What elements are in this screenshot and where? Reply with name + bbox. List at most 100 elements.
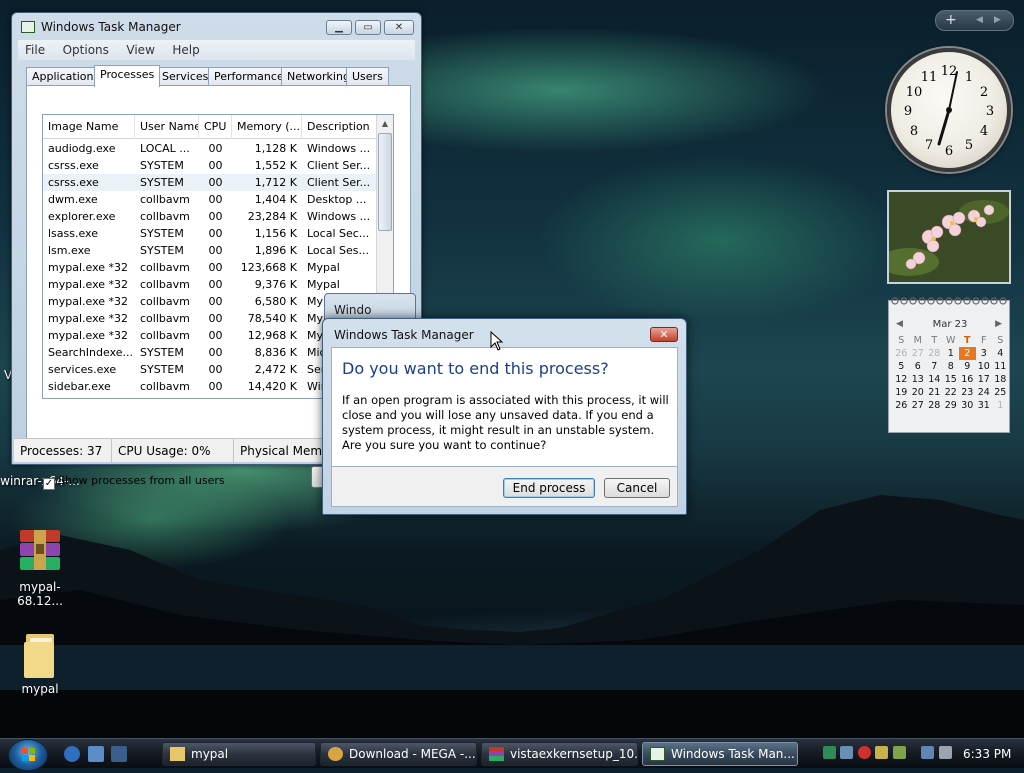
calendar-weekday: S	[898, 335, 905, 346]
start-button[interactable]	[8, 739, 48, 771]
column-description[interactable]: Description	[302, 115, 377, 139]
table-row[interactable]: mypal.exe *32 collbavm 00 123,668 K Mypal	[43, 259, 377, 276]
show-all-users-checkbox[interactable]: ✓ Show processes from all users	[43, 474, 225, 490]
calendar-day[interactable]: 10	[976, 360, 993, 373]
tray-app-icon[interactable]	[893, 746, 906, 759]
calendar-gadget[interactable]: ◀ Mar 23 ▶ S M T W T F S 26 27 28 1 2 3 4 5 6 7 8 9…	[888, 297, 1010, 433]
taskbar-button-vistaexkern[interactable]: vistaexkernsetup_10...	[481, 742, 638, 766]
column-cpu[interactable]: CPU	[199, 115, 232, 139]
minimize-button[interactable]: ▁	[326, 20, 352, 35]
calendar-day[interactable]: 6	[910, 360, 927, 373]
dialog-close-button[interactable]: ✕	[650, 327, 678, 342]
calendar-day[interactable]: 27	[910, 347, 927, 360]
table-row[interactable]: lsm.exe SYSTEM 00 1,896 K Local Ses...	[43, 242, 377, 259]
calendar-next-button[interactable]: ▶	[995, 319, 1002, 329]
calendar-day[interactable]: 27	[910, 399, 927, 412]
taskbar-button-mega[interactable]: Download - MEGA -...	[320, 742, 477, 766]
process-memory: 6,580 K	[254, 295, 297, 308]
calendar-day[interactable]: 28	[926, 399, 943, 412]
gadget-prev-button[interactable]: ◀	[976, 15, 983, 25]
calendar-day[interactable]: 9	[959, 360, 976, 373]
calendar-day[interactable]: 31	[976, 399, 993, 412]
tray-app-icon[interactable]	[840, 746, 853, 759]
calendar-day[interactable]: 26	[893, 347, 910, 360]
calendar-day[interactable]: 7	[926, 360, 943, 373]
calendar-day[interactable]: 15	[943, 373, 960, 386]
calendar-day[interactable]: 1	[992, 399, 1009, 412]
calendar-day[interactable]: 26	[893, 399, 910, 412]
internet-explorer-icon[interactable]	[64, 746, 80, 762]
close-button[interactable]: ✕	[384, 20, 414, 35]
security-alert-icon[interactable]	[858, 746, 871, 759]
calendar-day[interactable]: 1	[943, 347, 960, 360]
calendar-day[interactable]: 23	[959, 386, 976, 399]
calendar-day[interactable]: 16	[959, 373, 976, 386]
column-image-name[interactable]: Image Name	[43, 115, 135, 139]
table-row[interactable]: dwm.exe collbavm 00 1,404 K Desktop ...	[43, 191, 377, 208]
add-gadget-button[interactable]: +	[945, 12, 957, 28]
calendar-day[interactable]: 12	[893, 373, 910, 386]
calendar-day[interactable]: 18	[992, 373, 1009, 386]
calendar-day[interactable]: 29	[943, 399, 960, 412]
table-row[interactable]: explorer.exe collbavm 00 23,284 K Windows ..…	[43, 208, 377, 225]
calendar-day[interactable]: 11	[992, 360, 1009, 373]
table-row[interactable]: csrss.exe SYSTEM 00 1,552 K Client Ser...	[43, 157, 377, 174]
menu-options[interactable]: Options	[56, 40, 116, 60]
calendar-day[interactable]: 30	[959, 399, 976, 412]
process-user-name: collbavm	[140, 210, 190, 223]
end-process-dialog[interactable]: Windows Task Manager ✕ Do you want to en…	[322, 318, 687, 515]
calendar-day[interactable]: 28	[926, 347, 943, 360]
table-row[interactable]: lsass.exe SYSTEM 00 1,156 K Local Sec...	[43, 225, 377, 242]
scroll-thumb[interactable]	[378, 133, 392, 231]
show-desktop-icon[interactable]	[88, 746, 104, 762]
menu-view[interactable]: View	[119, 40, 161, 60]
taskbar-button-mypal[interactable]: mypal	[162, 742, 316, 766]
end-process-confirm-button[interactable]: End process	[503, 478, 595, 498]
switch-windows-icon[interactable]	[111, 746, 127, 762]
calendar-day-today[interactable]: 2	[959, 347, 976, 360]
table-row[interactable]: csrss.exe SYSTEM 00 1,712 K Client Ser...	[43, 174, 377, 191]
calendar-day[interactable]: 20	[910, 386, 927, 399]
calendar-day[interactable]: 5	[893, 360, 910, 373]
maximize-button[interactable]: ▭	[355, 20, 381, 35]
calendar-day[interactable]: 25	[992, 386, 1009, 399]
desktop-icon-mypal-installer[interactable]: mypal-68.12...	[0, 528, 80, 608]
calendar-day[interactable]: 24	[976, 386, 993, 399]
cancel-button[interactable]: Cancel	[604, 478, 670, 498]
calendar-day[interactable]: 14	[926, 373, 943, 386]
calendar-day[interactable]: 3	[976, 347, 993, 360]
process-memory: 14,420 K	[247, 380, 297, 393]
scroll-up-arrow[interactable]: ▲	[377, 115, 393, 132]
calendar-day[interactable]: 21	[926, 386, 943, 399]
tray-clock[interactable]: 6:33 PM	[963, 742, 1011, 766]
calendar-day[interactable]: 22	[943, 386, 960, 399]
tab-networking[interactable]: Networking	[281, 67, 356, 86]
calendar-day[interactable]: 8	[943, 360, 960, 373]
tab-processes[interactable]: Processes	[94, 65, 161, 87]
calendar-day[interactable]: 13	[910, 373, 927, 386]
desktop-icon-mypal-folder[interactable]: mypal	[0, 630, 80, 696]
column-user-name[interactable]: User Name	[135, 115, 199, 139]
tray-app-icon[interactable]	[875, 746, 888, 759]
window-title: Windows Task Manager	[41, 20, 181, 34]
table-row[interactable]: audiodg.exe LOCAL ... 00 1,128 K Windows ...	[43, 140, 377, 157]
column-memory[interactable]: Memory (...	[232, 115, 302, 139]
tab-performance[interactable]: Performance	[208, 67, 290, 86]
tab-services[interactable]: Services	[156, 67, 215, 86]
network-icon[interactable]	[921, 746, 934, 759]
slideshow-gadget[interactable]	[887, 190, 1011, 284]
calendar-day[interactable]: 4	[992, 347, 1009, 360]
task-manager-titlebar[interactable]: Windows Task Manager ▁ ▭ ✕	[12, 13, 421, 39]
dialog-heading: Do you want to end this process?	[342, 359, 609, 378]
calendar-day[interactable]: 19	[893, 386, 910, 399]
menu-file[interactable]: File	[18, 40, 52, 60]
volume-muted-icon[interactable]	[939, 746, 952, 759]
calendar-day[interactable]: 17	[976, 373, 993, 386]
tab-users[interactable]: Users	[346, 67, 389, 86]
menu-help[interactable]: Help	[165, 40, 206, 60]
gadget-next-button[interactable]: ▶	[994, 15, 1001, 25]
tray-app-icon[interactable]	[823, 746, 836, 759]
table-row[interactable]: mypal.exe *32 collbavm 00 9,376 K Mypal	[43, 276, 377, 293]
clock-gadget[interactable]: 12 1 2 3 4 5 6 7 8 9 10 11	[887, 48, 1011, 172]
taskbar-button-task-manager[interactable]: Windows Task Man...	[642, 742, 798, 766]
